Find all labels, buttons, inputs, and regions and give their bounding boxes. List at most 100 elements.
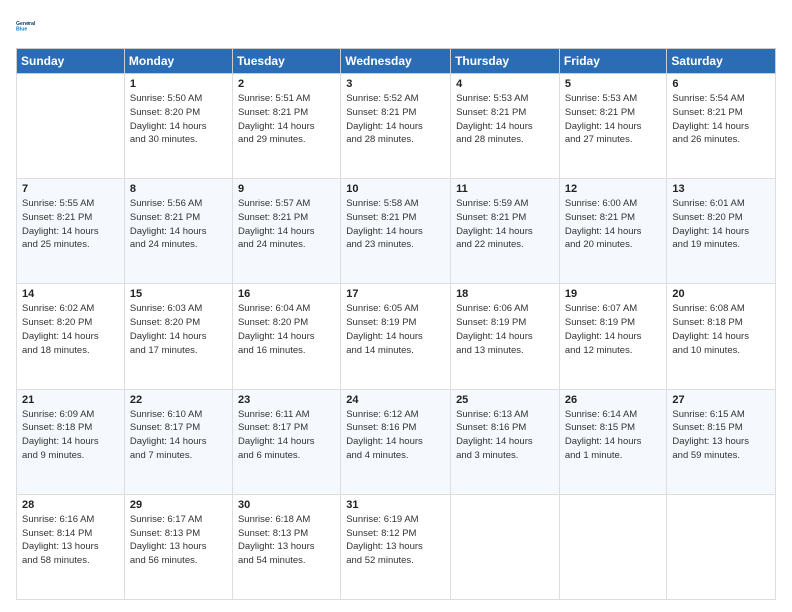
day-info: Sunrise: 5:53 AM Sunset: 8:21 PM Dayligh… xyxy=(456,92,554,147)
calendar-cell: 15Sunrise: 6:03 AM Sunset: 8:20 PM Dayli… xyxy=(124,284,232,389)
calendar-cell xyxy=(559,494,667,599)
week-row-4: 21 Sunrise: 6:09 AM Sunset: 8:18 PM Dayli… xyxy=(17,389,776,494)
calendar-cell: 16 Sunrise: 6:04 AM Sunset: 8:20 PM Dayli… xyxy=(232,284,340,389)
day-number: 6 xyxy=(672,78,770,90)
calendar-cell: 13Sunrise: 6:01 AM Sunset: 8:20 PM Dayli… xyxy=(667,179,776,284)
week-row-5: 28 Sunrise: 6:16 AM Sunset: 8:14 PM Dayli… xyxy=(17,494,776,599)
calendar-cell: 27Sunrise: 6:15 AM Sunset: 8:15 PM Dayli… xyxy=(667,389,776,494)
day-info: Sunrise: 6:14 AM Sunset: 8:15 PM Dayligh… xyxy=(565,408,662,463)
calendar-cell: 20 Sunrise: 6:08 AM Sunset: 8:18 PM Dayli… xyxy=(667,284,776,389)
day-info: Sunrise: 6:06 AM Sunset: 8:19 PM Dayligh… xyxy=(456,302,554,357)
day-info: Sunrise: 5:58 AM Sunset: 8:21 PM Dayligh… xyxy=(346,197,445,252)
calendar-cell: 24Sunrise: 6:12 AM Sunset: 8:16 PM Dayli… xyxy=(341,389,451,494)
day-number: 9 xyxy=(238,183,335,195)
calendar-cell: 31 Sunrise: 6:19 AM Sunset: 8:12 PM Dayli… xyxy=(341,494,451,599)
weekday-header-friday: Friday xyxy=(559,49,667,74)
day-number: 19 xyxy=(565,288,662,300)
day-info: Sunrise: 5:51 AM Sunset: 8:21 PM Dayligh… xyxy=(238,92,335,147)
week-row-2: 7 Sunrise: 5:55 AM Sunset: 8:21 PM Daylig… xyxy=(17,179,776,284)
week-row-3: 14 Sunrise: 6:02 AM Sunset: 8:20 PM Dayli… xyxy=(17,284,776,389)
day-info: Sunrise: 6:09 AM Sunset: 8:18 PM Dayligh… xyxy=(22,408,119,463)
day-number: 21 xyxy=(22,394,119,406)
day-number: 8 xyxy=(130,183,227,195)
day-number: 4 xyxy=(456,78,554,90)
day-info: Sunrise: 5:56 AM Sunset: 8:21 PM Dayligh… xyxy=(130,197,227,252)
calendar-cell: 11 Sunrise: 5:59 AM Sunset: 8:21 PM Dayli… xyxy=(451,179,560,284)
calendar-cell: 23 Sunrise: 6:11 AM Sunset: 8:17 PM Dayli… xyxy=(232,389,340,494)
day-number: 28 xyxy=(22,499,119,511)
day-info: Sunrise: 5:59 AM Sunset: 8:21 PM Dayligh… xyxy=(456,197,554,252)
calendar-cell: 2 Sunrise: 5:51 AM Sunset: 8:21 PM Daylig… xyxy=(232,74,340,179)
day-number: 25 xyxy=(456,394,554,406)
day-info: Sunrise: 5:55 AM Sunset: 8:21 PM Dayligh… xyxy=(22,197,119,252)
day-info: Sunrise: 6:13 AM Sunset: 8:16 PM Dayligh… xyxy=(456,408,554,463)
logo-icon: General Blue xyxy=(16,12,44,40)
calendar-cell: 30Sunrise: 6:18 AM Sunset: 8:13 PM Dayli… xyxy=(232,494,340,599)
day-info: Sunrise: 6:16 AM Sunset: 8:14 PM Dayligh… xyxy=(22,513,119,568)
day-number: 7 xyxy=(22,183,119,195)
day-number: 18 xyxy=(456,288,554,300)
day-number: 29 xyxy=(130,499,227,511)
day-info: Sunrise: 6:08 AM Sunset: 8:18 PM Dayligh… xyxy=(672,302,770,357)
day-info: Sunrise: 5:53 AM Sunset: 8:21 PM Dayligh… xyxy=(565,92,662,147)
header: General Blue xyxy=(16,12,776,40)
calendar-cell: 12 Sunrise: 6:00 AM Sunset: 8:21 PM Dayli… xyxy=(559,179,667,284)
day-info: Sunrise: 6:10 AM Sunset: 8:17 PM Dayligh… xyxy=(130,408,227,463)
day-info: Sunrise: 5:52 AM Sunset: 8:21 PM Dayligh… xyxy=(346,92,445,147)
day-info: Sunrise: 6:04 AM Sunset: 8:20 PM Dayligh… xyxy=(238,302,335,357)
day-info: Sunrise: 6:01 AM Sunset: 8:20 PM Dayligh… xyxy=(672,197,770,252)
calendar-cell: 17 Sunrise: 6:05 AM Sunset: 8:19 PM Dayli… xyxy=(341,284,451,389)
day-info: Sunrise: 6:05 AM Sunset: 8:19 PM Dayligh… xyxy=(346,302,445,357)
weekday-header-saturday: Saturday xyxy=(667,49,776,74)
day-number: 26 xyxy=(565,394,662,406)
weekday-header-monday: Monday xyxy=(124,49,232,74)
day-number: 24 xyxy=(346,394,445,406)
calendar-cell xyxy=(17,74,125,179)
day-info: Sunrise: 5:57 AM Sunset: 8:21 PM Dayligh… xyxy=(238,197,335,252)
weekday-header-wednesday: Wednesday xyxy=(341,49,451,74)
day-number: 14 xyxy=(22,288,119,300)
day-number: 11 xyxy=(456,183,554,195)
day-number: 30 xyxy=(238,499,335,511)
weekday-header-sunday: Sunday xyxy=(17,49,125,74)
calendar-cell: 28 Sunrise: 6:16 AM Sunset: 8:14 PM Dayli… xyxy=(17,494,125,599)
day-info: Sunrise: 5:54 AM Sunset: 8:21 PM Dayligh… xyxy=(672,92,770,147)
day-number: 31 xyxy=(346,499,445,511)
calendar-cell: 8 Sunrise: 5:56 AM Sunset: 8:21 PM Daylig… xyxy=(124,179,232,284)
calendar-cell: 4 Sunrise: 5:53 AM Sunset: 8:21 PM Daylig… xyxy=(451,74,560,179)
day-info: Sunrise: 6:19 AM Sunset: 8:12 PM Dayligh… xyxy=(346,513,445,568)
day-number: 12 xyxy=(565,183,662,195)
day-info: Sunrise: 6:02 AM Sunset: 8:20 PM Dayligh… xyxy=(22,302,119,357)
calendar-cell: 6 Sunrise: 5:54 AM Sunset: 8:21 PM Daylig… xyxy=(667,74,776,179)
day-number: 2 xyxy=(238,78,335,90)
weekday-header-tuesday: Tuesday xyxy=(232,49,340,74)
day-info: Sunrise: 5:50 AM Sunset: 8:20 PM Dayligh… xyxy=(130,92,227,147)
week-row-1: 1Sunrise: 5:50 AM Sunset: 8:20 PM Daylig… xyxy=(17,74,776,179)
calendar-cell: 10Sunrise: 5:58 AM Sunset: 8:21 PM Dayli… xyxy=(341,179,451,284)
calendar-cell xyxy=(667,494,776,599)
calendar-cell: 21 Sunrise: 6:09 AM Sunset: 8:18 PM Dayli… xyxy=(17,389,125,494)
calendar-cell: 9 Sunrise: 5:57 AM Sunset: 8:21 PM Daylig… xyxy=(232,179,340,284)
day-number: 22 xyxy=(130,394,227,406)
calendar-cell: 22 Sunrise: 6:10 AM Sunset: 8:17 PM Dayli… xyxy=(124,389,232,494)
day-number: 27 xyxy=(672,394,770,406)
day-number: 23 xyxy=(238,394,335,406)
day-number: 20 xyxy=(672,288,770,300)
calendar-cell: 14 Sunrise: 6:02 AM Sunset: 8:20 PM Dayli… xyxy=(17,284,125,389)
calendar-cell: 3Sunrise: 5:52 AM Sunset: 8:21 PM Daylig… xyxy=(341,74,451,179)
calendar-cell: 19Sunrise: 6:07 AM Sunset: 8:19 PM Dayli… xyxy=(559,284,667,389)
calendar-cell: 25 Sunrise: 6:13 AM Sunset: 8:16 PM Dayli… xyxy=(451,389,560,494)
weekday-header-row: SundayMondayTuesdayWednesdayThursdayFrid… xyxy=(17,49,776,74)
day-info: Sunrise: 6:00 AM Sunset: 8:21 PM Dayligh… xyxy=(565,197,662,252)
day-info: Sunrise: 6:03 AM Sunset: 8:20 PM Dayligh… xyxy=(130,302,227,357)
day-info: Sunrise: 6:11 AM Sunset: 8:17 PM Dayligh… xyxy=(238,408,335,463)
day-number: 16 xyxy=(238,288,335,300)
day-number: 17 xyxy=(346,288,445,300)
calendar-cell xyxy=(451,494,560,599)
svg-text:Blue: Blue xyxy=(16,26,27,32)
calendar-cell: 18 Sunrise: 6:06 AM Sunset: 8:19 PM Dayli… xyxy=(451,284,560,389)
calendar-cell: 29Sunrise: 6:17 AM Sunset: 8:13 PM Dayli… xyxy=(124,494,232,599)
logo: General Blue xyxy=(16,12,44,40)
calendar-cell: 7 Sunrise: 5:55 AM Sunset: 8:21 PM Daylig… xyxy=(17,179,125,284)
page: General Blue SundayMondayTuesdayWednesda… xyxy=(0,0,792,612)
